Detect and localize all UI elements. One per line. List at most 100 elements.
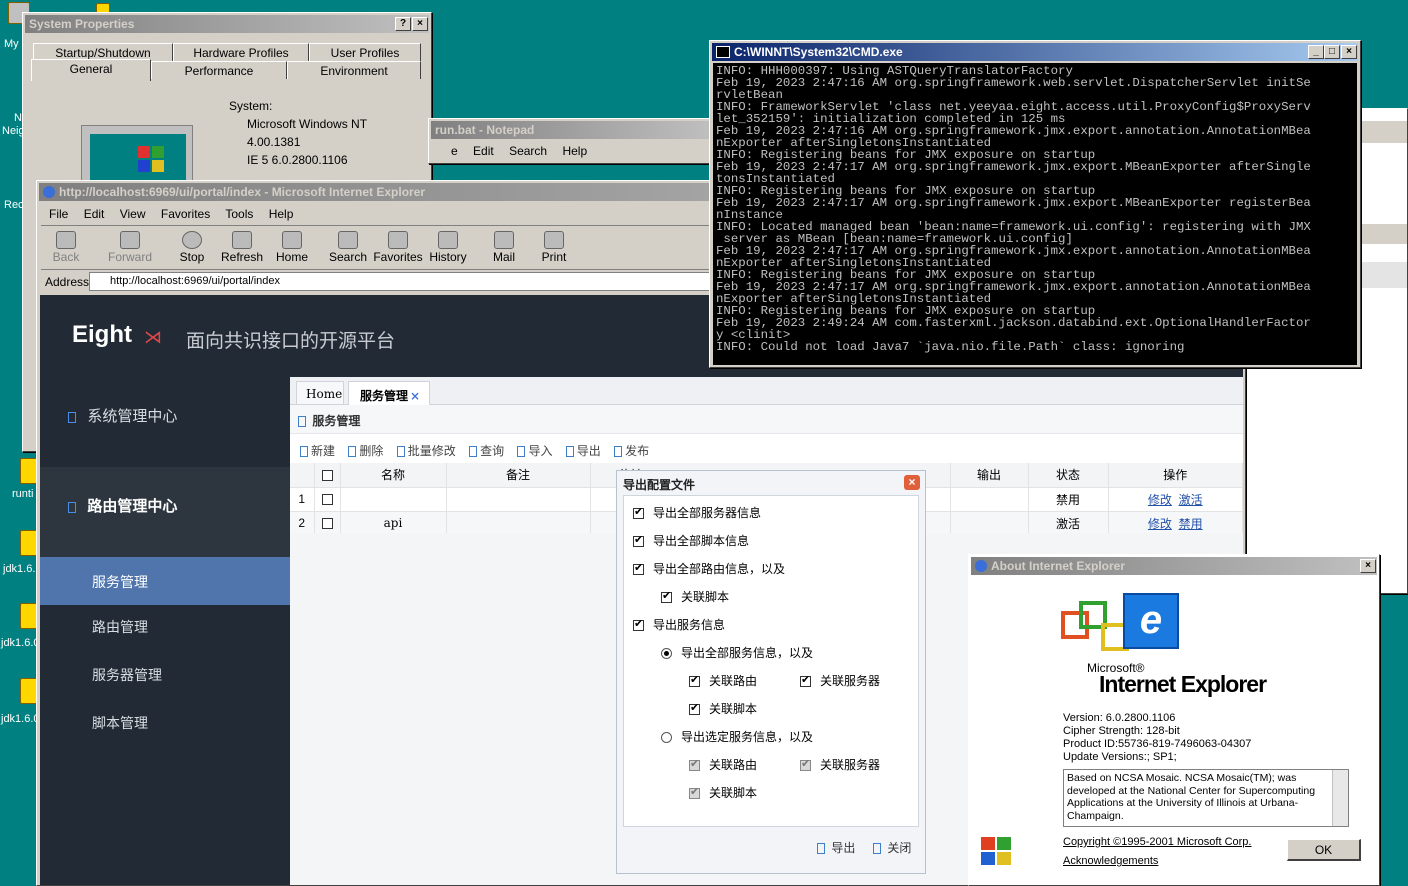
opt-services[interactable]: 导出服务信息 xyxy=(633,616,725,633)
query-button[interactable]: 查询 xyxy=(469,444,504,458)
close-button[interactable]: × xyxy=(412,17,428,31)
home-button[interactable]: Home xyxy=(267,231,317,264)
opt-assoc-script-2[interactable]: 关联脚本 xyxy=(689,700,757,717)
tab-service[interactable]: 服务管理 × xyxy=(348,381,430,406)
help-button[interactable]: ? xyxy=(395,17,411,31)
edit-link[interactable]: 修改 xyxy=(1148,493,1172,507)
menu-file[interactable]: e xyxy=(451,144,458,158)
checkbox[interactable] xyxy=(689,673,700,688)
publish-button[interactable]: 发布 xyxy=(614,444,649,458)
minimize-button[interactable]: _ xyxy=(1308,45,1324,59)
mail-button[interactable]: Mail xyxy=(479,231,529,264)
row-checkbox[interactable] xyxy=(321,518,333,530)
search-label: Search xyxy=(328,250,368,264)
tab-home[interactable]: Home xyxy=(296,381,344,405)
back-button[interactable]: Back xyxy=(41,231,91,264)
search-button[interactable]: Search xyxy=(323,231,373,264)
about-text: Based on NCSA Mosaic. NCSA Mosaic(TM); w… xyxy=(1067,772,1316,822)
row-name: api xyxy=(340,511,447,536)
about-ie-window: About Internet Explorer × e Microsoft® I… xyxy=(968,554,1380,886)
checkbox[interactable] xyxy=(800,673,811,688)
opt-all-scripts[interactable]: 导出全部脚本信息 xyxy=(633,532,749,549)
tab-performance[interactable]: Performance xyxy=(151,61,287,79)
radio[interactable] xyxy=(661,648,672,660)
desktop-label: runti xyxy=(12,488,34,500)
app-logo: Eight xyxy=(72,321,132,348)
acknowledgements-link[interactable]: Acknowledgements xyxy=(1063,855,1158,867)
forward-button[interactable]: Forward xyxy=(105,231,155,264)
batch-edit-button[interactable]: 批量修改 xyxy=(396,444,456,458)
menu-edit[interactable]: Edit xyxy=(84,207,105,221)
mail-icon xyxy=(494,231,514,249)
opt-assoc-script[interactable]: 关联脚本 xyxy=(661,588,729,605)
edit-link[interactable]: 修改 xyxy=(1148,517,1172,531)
export-button[interactable]: 导出 xyxy=(565,444,601,458)
ok-button[interactable]: OK xyxy=(1287,839,1361,861)
row-checkbox[interactable] xyxy=(321,494,333,506)
dialog-export-button[interactable]: 导出 xyxy=(817,839,855,856)
row-number: 2 xyxy=(290,511,315,536)
dialog-close-icon[interactable]: × xyxy=(904,475,920,490)
delete-button[interactable]: 删除 xyxy=(348,444,383,458)
close-button[interactable]: × xyxy=(1341,45,1357,59)
about-textbox[interactable]: Based on NCSA Mosaic. NCSA Mosaic(TM); w… xyxy=(1063,769,1349,827)
close-button[interactable]: × xyxy=(1360,559,1376,573)
route-icon xyxy=(68,501,76,513)
new-button[interactable]: 新建 xyxy=(300,444,335,458)
menu-search[interactable]: Search xyxy=(509,144,547,158)
radio[interactable] xyxy=(661,732,672,744)
checkbox[interactable] xyxy=(689,701,700,716)
checkbox[interactable] xyxy=(633,533,644,548)
stop-button[interactable]: Stop xyxy=(167,231,217,264)
menu-file[interactable]: File xyxy=(49,207,68,221)
history-button[interactable]: History xyxy=(423,231,473,264)
checkbox[interactable] xyxy=(633,505,644,520)
dialog-close-button[interactable]: 关闭 xyxy=(873,839,911,856)
copyright-link[interactable]: Copyright ©1995-2001 Microsoft Corp. xyxy=(1063,836,1251,848)
scrollbar[interactable] xyxy=(1332,770,1348,826)
batch-edit-icon xyxy=(396,446,405,458)
sidebar-item-script[interactable]: 脚本管理 xyxy=(40,713,290,733)
checkbox[interactable] xyxy=(633,561,644,576)
menu-help[interactable]: Help xyxy=(562,144,587,158)
sidebar-group-route[interactable]: 路由管理中心 xyxy=(40,467,290,557)
tab-hardware[interactable]: Hardware Profiles xyxy=(173,43,309,61)
panel-title: 服务管理 xyxy=(298,412,360,429)
refresh-button[interactable]: Refresh xyxy=(217,231,267,264)
sidebar-group-system[interactable]: 系统管理中心 xyxy=(40,405,290,445)
favorites-button[interactable]: Favorites xyxy=(373,231,423,264)
opt-assoc-route[interactable]: 关联路由 xyxy=(689,672,757,689)
tab-user-profiles[interactable]: User Profiles xyxy=(309,43,421,61)
opt-assoc-server[interactable]: 关联服务器 xyxy=(800,672,880,689)
disable-link[interactable]: 禁用 xyxy=(1179,517,1203,531)
opt-all-servers[interactable]: 导出全部服务器信息 xyxy=(633,504,761,521)
opt-all-services[interactable]: 导出全部服务信息，以及 xyxy=(661,644,813,661)
tab-general[interactable]: General xyxy=(31,59,151,81)
activate-link[interactable]: 激活 xyxy=(1179,493,1203,507)
print-button[interactable]: Print xyxy=(529,231,579,264)
query-icon xyxy=(469,446,478,458)
address-value: http://localhost:6969/ui/portal/index xyxy=(110,275,281,287)
checkbox[interactable] xyxy=(633,617,644,632)
menu-help[interactable]: Help xyxy=(269,207,294,221)
sidebar-item-route[interactable]: 路由管理 xyxy=(40,617,290,637)
menu-edit[interactable]: Edit xyxy=(473,144,494,158)
menu-view[interactable]: View xyxy=(120,207,146,221)
notepad-title: run.bat - Notepad xyxy=(431,121,715,139)
menu-tools[interactable]: Tools xyxy=(225,207,253,221)
import-button[interactable]: 导入 xyxy=(517,444,552,458)
sidebar-item-service[interactable]: 服务管理 xyxy=(40,557,290,605)
opt-selected-services[interactable]: 导出选定服务信息，以及 xyxy=(661,728,813,745)
sidebar-item-server[interactable]: 服务器管理 xyxy=(40,665,290,685)
select-all-checkbox[interactable] xyxy=(321,470,333,482)
tab-close-icon[interactable]: × xyxy=(410,389,420,403)
checkbox[interactable] xyxy=(661,589,672,604)
export-icon xyxy=(817,843,825,855)
menu-favorites[interactable]: Favorites xyxy=(161,207,210,221)
maximize-button[interactable]: □ xyxy=(1324,45,1340,59)
home-label: Home xyxy=(275,250,308,264)
logo-mark-icon: ⋊ xyxy=(144,327,162,347)
opt-all-routes[interactable]: 导出全部路由信息，以及 xyxy=(633,560,785,577)
tab-environment[interactable]: Environment xyxy=(287,61,421,79)
row-number: 1 xyxy=(290,487,315,512)
